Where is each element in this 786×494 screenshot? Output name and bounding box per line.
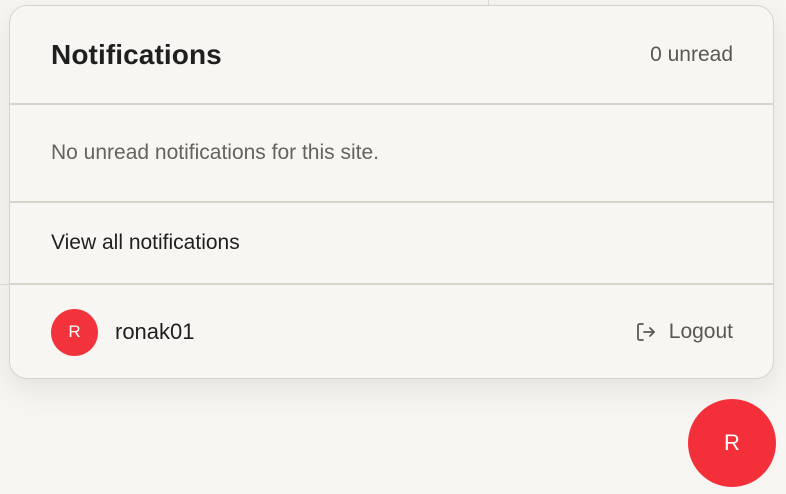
- empty-state: No unread notifications for this site.: [10, 104, 773, 201]
- avatar: R: [51, 308, 98, 356]
- user-avatar-button[interactable]: R: [688, 399, 776, 487]
- view-all-row: View all notifications: [10, 202, 773, 283]
- notifications-header: Notifications 0 unread: [10, 6, 773, 103]
- user-info: R ronak01: [51, 308, 195, 356]
- view-all-notifications-link[interactable]: View all notifications: [51, 231, 240, 255]
- page: Notifications 0 unread No unread notific…: [0, 0, 786, 494]
- unread-count: 0 unread: [650, 42, 733, 66]
- logout-label: Logout: [668, 320, 733, 343]
- username: ronak01: [115, 319, 195, 344]
- notifications-popover: Notifications 0 unread No unread notific…: [9, 5, 774, 379]
- logout-icon: [635, 321, 657, 343]
- empty-message: No unread notifications for this site.: [51, 140, 380, 164]
- user-footer: R ronak01 Logout: [10, 284, 773, 378]
- logout-button[interactable]: Logout: [635, 320, 733, 344]
- notifications-title: Notifications: [51, 38, 222, 70]
